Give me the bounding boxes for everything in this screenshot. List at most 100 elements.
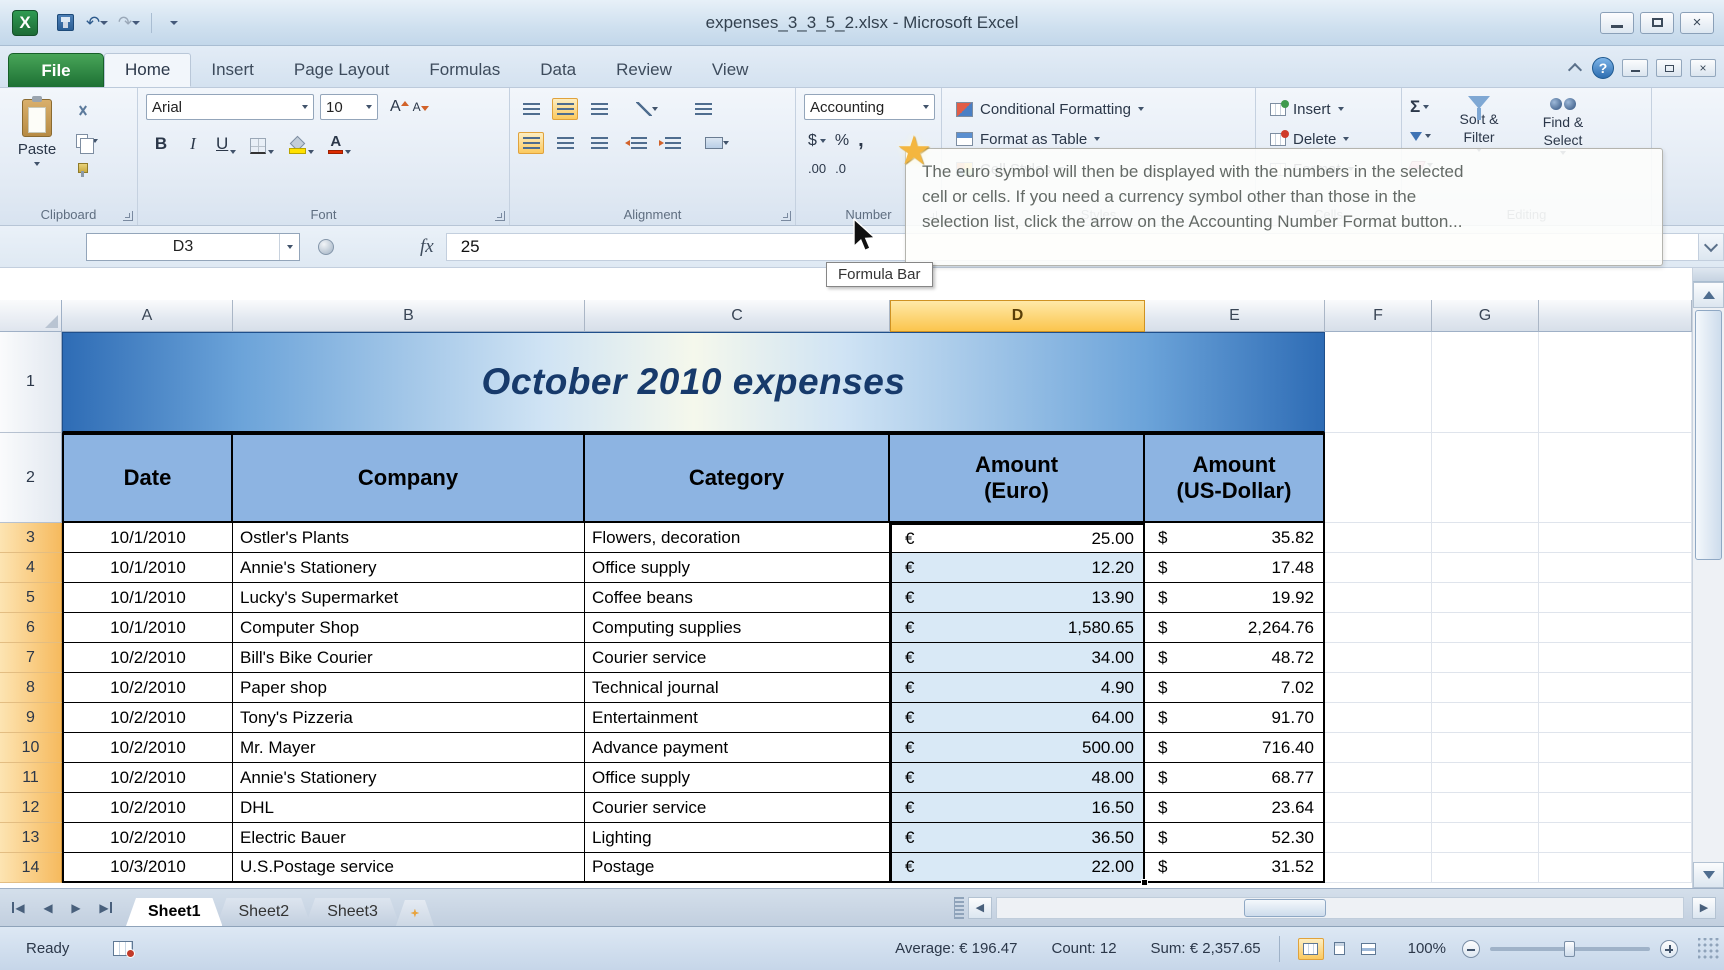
last-sheet-button[interactable]: ▶	[92, 897, 116, 919]
name-box-caret[interactable]	[279, 233, 299, 260]
font-name-combo[interactable]: Arial	[146, 94, 314, 120]
cell-date[interactable]: 10/2/2010	[62, 733, 233, 763]
vertical-scrollbar[interactable]	[1692, 268, 1724, 888]
header-cell-date[interactable]: Date	[62, 433, 233, 523]
alignment-dialog-launcher-icon[interactable]	[781, 211, 791, 221]
wrap-text-button[interactable]	[690, 98, 716, 120]
cell-category[interactable]: Coffee beans	[585, 583, 890, 613]
horizontal-scroll-track[interactable]	[995, 896, 1684, 919]
cell-category[interactable]: Courier service	[585, 643, 890, 673]
normal-view-button[interactable]	[1297, 937, 1324, 960]
cell-amount-euro[interactable]: € 22.00	[890, 853, 1145, 883]
cell-category[interactable]: Lighting	[585, 823, 890, 853]
row-header[interactable]: 5	[0, 583, 62, 613]
header-cell-amount-euro[interactable]: Amount (Euro)	[890, 433, 1145, 523]
header-cell-category[interactable]: Category	[585, 433, 890, 523]
cell-company[interactable]: Annie's Stationery	[233, 763, 585, 793]
macro-record-icon[interactable]	[113, 941, 136, 958]
cell-amount-euro[interactable]: € 36.50	[890, 823, 1145, 853]
font-color-button[interactable]: A	[326, 130, 353, 154]
row-header-2[interactable]: 2	[0, 433, 62, 523]
tab-formulas[interactable]: Formulas	[409, 53, 520, 87]
top-align-button[interactable]	[518, 98, 544, 120]
decrease-decimal-button[interactable]: .0	[835, 161, 846, 176]
cell-amount-usd[interactable]: $ 31.52	[1145, 853, 1325, 883]
sheet-tab-sheet1[interactable]: Sheet1	[126, 898, 222, 926]
fill-color-button[interactable]	[286, 130, 316, 154]
save-button[interactable]	[52, 11, 78, 35]
increase-indent-button[interactable]	[659, 132, 686, 154]
cell-amount-euro[interactable]: € 48.00	[890, 763, 1145, 793]
column-header-extra[interactable]	[1539, 300, 1692, 332]
zoom-out-button[interactable]	[1462, 939, 1480, 958]
cell-amount-usd[interactable]: $ 716.40	[1145, 733, 1325, 763]
italic-button[interactable]: I	[182, 130, 204, 154]
sheet-tab-sheet2[interactable]: Sheet2	[216, 898, 311, 926]
tab-page-layout[interactable]: Page Layout	[274, 53, 409, 87]
cell-date[interactable]: 10/1/2010	[62, 523, 233, 553]
next-sheet-button[interactable]: ▶	[64, 897, 88, 919]
tab-review[interactable]: Review	[596, 53, 692, 87]
cut-button[interactable]	[72, 100, 116, 124]
hscroll-left-button[interactable]: ◀	[967, 896, 992, 919]
row-header-1[interactable]: 1	[0, 332, 62, 433]
sheet-tab-sheet3[interactable]: Sheet3	[305, 898, 400, 926]
cell-amount-euro[interactable]: € 16.50	[890, 793, 1145, 823]
accounting-format-button[interactable]: $	[808, 132, 826, 150]
cell-category[interactable]: Office supply	[585, 553, 890, 583]
cell-date[interactable]: 10/2/2010	[62, 643, 233, 673]
cell-category[interactable]: Courier service	[585, 793, 890, 823]
column-header-f[interactable]: F	[1325, 300, 1432, 332]
column-header-e[interactable]: E	[1145, 300, 1325, 332]
cell-amount-usd[interactable]: $ 17.48	[1145, 553, 1325, 583]
header-cell-amount-usd[interactable]: Amount (US-Dollar)	[1145, 433, 1325, 523]
merge-center-button[interactable]	[704, 132, 730, 154]
insert-function-button[interactable]: fx	[420, 236, 434, 258]
scrollbar-split-box[interactable]	[1693, 268, 1724, 282]
row-header[interactable]: 10	[0, 733, 62, 763]
cell-date[interactable]: 10/2/2010	[62, 823, 233, 853]
column-header-a[interactable]: A	[62, 300, 233, 332]
scroll-down-button[interactable]	[1693, 862, 1724, 888]
title-cell[interactable]: October 2010 expenses	[62, 332, 1325, 433]
name-box[interactable]: D3	[86, 232, 300, 261]
copy-button[interactable]	[72, 129, 116, 154]
cell-amount-euro[interactable]: € 500.00	[890, 733, 1145, 763]
cell-company[interactable]: Paper shop	[233, 673, 585, 703]
column-header-d[interactable]: D	[890, 300, 1145, 332]
insert-cells-button[interactable]: Insert	[1264, 94, 1395, 124]
row-header[interactable]: 14	[0, 853, 62, 883]
page-layout-view-button[interactable]	[1327, 938, 1353, 960]
cell-amount-usd[interactable]: $ 7.02	[1145, 673, 1325, 703]
cell-amount-usd[interactable]: $ 2,264.76	[1145, 613, 1325, 643]
underline-button[interactable]: U	[214, 130, 238, 154]
select-all-corner[interactable]	[0, 300, 62, 332]
shrink-font-button[interactable]: A	[413, 98, 429, 116]
format-painter-button[interactable]	[72, 158, 116, 182]
cell-company[interactable]: Computer Shop	[233, 613, 585, 643]
workbook-minimize-button[interactable]	[1622, 59, 1648, 77]
previous-sheet-button[interactable]: ◀	[36, 897, 60, 919]
cell-amount-usd[interactable]: $ 35.82	[1145, 523, 1325, 553]
cell-amount-euro[interactable]: € 13.90	[890, 583, 1145, 613]
align-left-button[interactable]	[518, 132, 544, 154]
minimize-ribbon-icon[interactable]	[1566, 61, 1584, 75]
grow-font-button[interactable]: A	[390, 98, 409, 116]
insert-worksheet-button[interactable]	[396, 900, 434, 926]
tab-scrollbar-splitter[interactable]	[953, 896, 964, 919]
page-break-view-button[interactable]	[1356, 938, 1382, 960]
cell-date[interactable]: 10/2/2010	[62, 763, 233, 793]
zoom-slider-thumb[interactable]	[1564, 940, 1575, 957]
cell-date[interactable]: 10/1/2010	[62, 553, 233, 583]
cell-company[interactable]: Annie's Stationery	[233, 553, 585, 583]
zoom-slider[interactable]	[1490, 940, 1650, 957]
cell-amount-euro[interactable]: € 4.90	[890, 673, 1145, 703]
cell-company[interactable]: DHL	[233, 793, 585, 823]
row-header[interactable]: 9	[0, 703, 62, 733]
cell-amount-euro[interactable]: € 64.00	[890, 703, 1145, 733]
cell-date[interactable]: 10/2/2010	[62, 793, 233, 823]
cell-category[interactable]: Entertainment	[585, 703, 890, 733]
column-header-g[interactable]: G	[1432, 300, 1539, 332]
cell-company[interactable]: Ostler's Plants	[233, 523, 585, 553]
percent-style-button[interactable]: %	[835, 132, 849, 150]
